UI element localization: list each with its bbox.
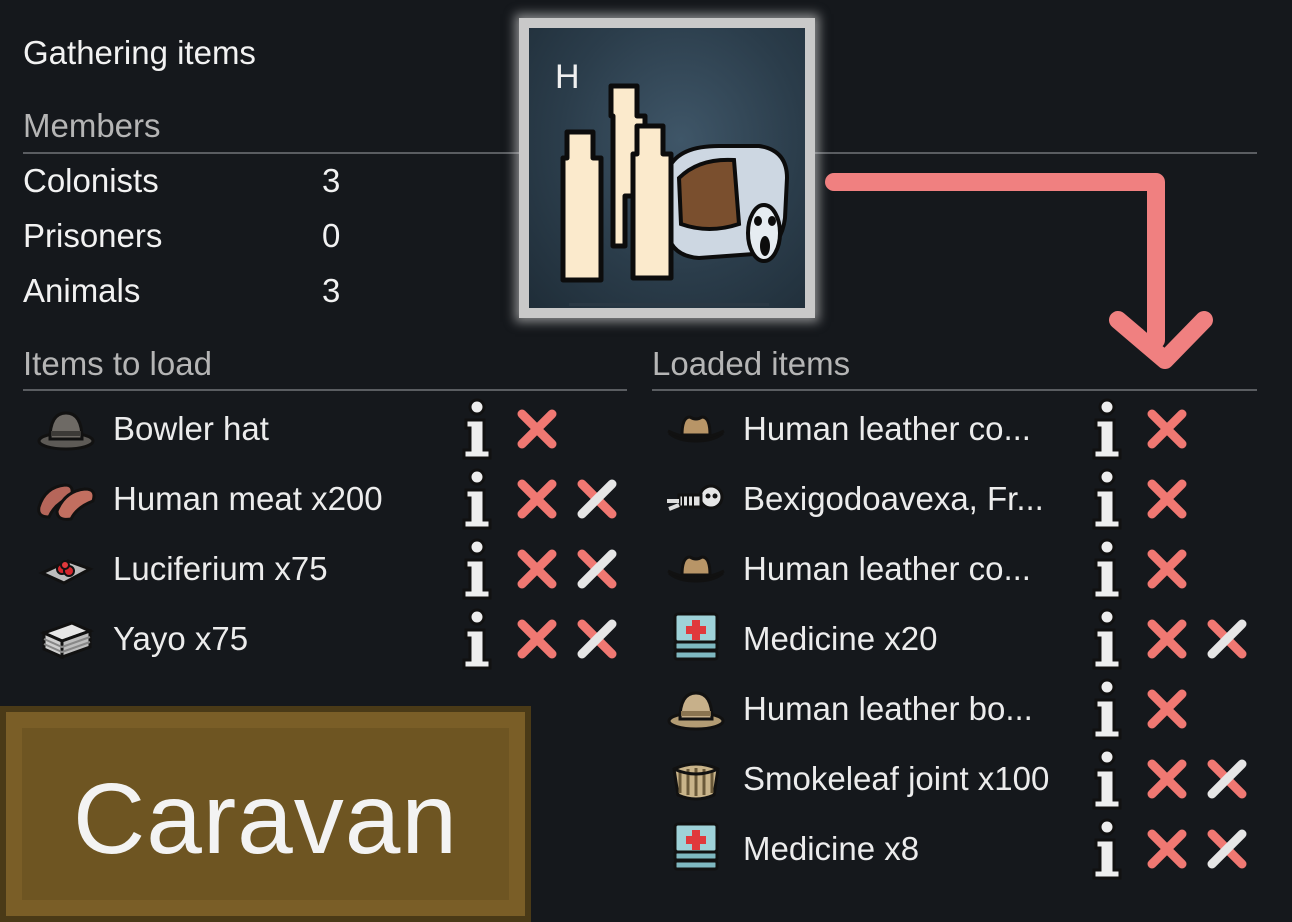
medicine-icon <box>665 822 727 873</box>
remove-one-icon[interactable] <box>1143 534 1191 604</box>
remove-one-icon[interactable] <box>1143 394 1191 464</box>
list-item: Human meat x200 <box>35 464 635 534</box>
members-heading: Members <box>23 107 161 144</box>
remove-one-icon[interactable] <box>513 464 561 534</box>
corpse-skeleton-icon <box>665 475 727 523</box>
loaded-items-divider <box>652 389 1257 391</box>
caravan-button-label: Caravan <box>73 762 458 875</box>
remove-all-icon[interactable] <box>573 534 621 604</box>
caravan-colonists-and-pack-animal-icon <box>560 83 790 306</box>
item-name: Smokeleaf joint x100 <box>743 760 1050 797</box>
info-icon[interactable] <box>1083 394 1131 464</box>
caravan-button[interactable]: Caravan <box>0 706 531 922</box>
smokeleaf-joint-icon <box>665 755 727 803</box>
items-to-load-divider <box>23 389 627 391</box>
page-title: Gathering items <box>23 34 256 71</box>
item-name: Luciferium x75 <box>113 550 328 587</box>
items-to-load-heading: Items to load <box>23 345 212 382</box>
cowboy-hat-icon <box>665 545 727 593</box>
info-icon[interactable] <box>453 394 501 464</box>
luciferium-icon <box>35 545 97 593</box>
item-name: Human leather co... <box>743 410 1031 447</box>
item-name: Medicine x8 <box>743 830 920 867</box>
remove-one-icon[interactable] <box>1143 814 1191 884</box>
list-item: Human leather co... <box>665 534 1265 604</box>
item-name: Human leather bo... <box>743 690 1033 727</box>
info-icon[interactable] <box>1083 534 1131 604</box>
remove-one-icon[interactable] <box>1143 744 1191 814</box>
remove-one-icon[interactable] <box>1143 674 1191 744</box>
info-icon[interactable] <box>1083 464 1131 534</box>
list-item: Bowler hat <box>35 394 635 464</box>
meat-icon <box>35 475 97 523</box>
remove-all-icon[interactable] <box>573 604 621 674</box>
remove-one-icon[interactable] <box>513 604 561 674</box>
prisoners-label: Prisoners <box>23 217 163 254</box>
arrow-annotation <box>825 173 1213 369</box>
item-name: Medicine x20 <box>743 620 938 657</box>
info-icon[interactable] <box>1083 814 1131 884</box>
colonists-label: Colonists <box>23 162 159 199</box>
info-icon[interactable] <box>1083 604 1131 674</box>
remove-all-icon[interactable] <box>1203 744 1251 814</box>
list-item: Human leather bo... <box>665 674 1265 744</box>
animals-count: 3 <box>322 272 341 309</box>
list-item: Smokeleaf joint x100 <box>665 744 1265 814</box>
caravan-portrait[interactable]: H <box>519 18 815 318</box>
list-item: Luciferium x75 <box>35 534 635 604</box>
items-to-load-list: Bowler hat Human meat x200 Luciferium x7… <box>35 394 635 674</box>
remove-one-icon[interactable] <box>1143 604 1191 674</box>
yayo-icon <box>35 615 97 663</box>
remove-one-icon[interactable] <box>1143 464 1191 534</box>
loaded-items-heading: Loaded items <box>652 345 851 382</box>
medicine-icon <box>665 612 727 663</box>
list-item: Medicine x20 <box>665 604 1265 674</box>
info-icon[interactable] <box>453 534 501 604</box>
cowboy-hat-icon <box>665 405 727 453</box>
item-name: Bowler hat <box>113 410 269 447</box>
list-item: Yayo x75 <box>35 604 635 674</box>
bowler-hat-tan-icon <box>665 685 727 733</box>
animals-label: Animals <box>23 272 141 309</box>
bowler-hat-icon <box>35 405 97 453</box>
colonists-count: 3 <box>322 162 341 199</box>
info-icon[interactable] <box>453 604 501 674</box>
item-name: Bexigodoavexa, Fr... <box>743 480 1044 517</box>
info-icon[interactable] <box>1083 674 1131 744</box>
remove-all-icon[interactable] <box>1203 604 1251 674</box>
prisoners-count: 0 <box>322 217 341 254</box>
item-name: Human meat x200 <box>113 480 383 517</box>
remove-all-icon[interactable] <box>573 464 621 534</box>
remove-one-icon[interactable] <box>513 394 561 464</box>
remove-one-icon[interactable] <box>513 534 561 604</box>
list-item: Bexigodoavexa, Fr... <box>665 464 1265 534</box>
remove-all-icon[interactable] <box>1203 814 1251 884</box>
info-icon[interactable] <box>453 464 501 534</box>
list-item: Medicine x8 <box>665 814 1265 884</box>
list-item: Human leather co... <box>665 394 1265 464</box>
item-name: Human leather co... <box>743 550 1031 587</box>
loaded-items-list: Human leather co... Bexigodoavexa, Fr...… <box>665 394 1265 884</box>
item-name: Yayo x75 <box>113 620 249 657</box>
info-icon[interactable] <box>1083 744 1131 814</box>
